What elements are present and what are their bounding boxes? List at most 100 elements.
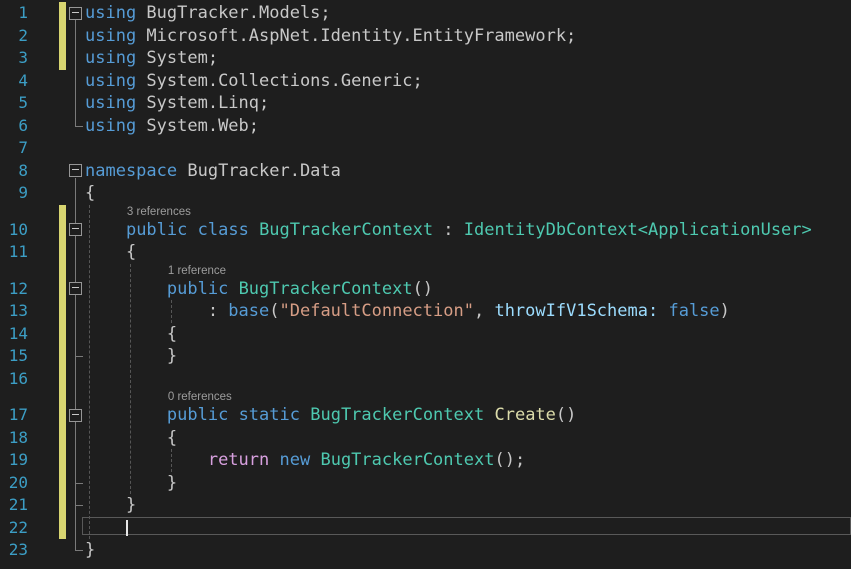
code-line: 11 { [0,241,851,264]
code-editor[interactable]: 1 using BugTracker.Models; 2 using Microsof… [0,0,851,569]
code-rows: 1 using BugTracker.Models; 2 using Microsof… [0,2,851,562]
token-plain: System.Collections.Generic; [136,70,423,91]
code-line: 3 using System; [0,47,851,70]
line-number[interactable]: 20 [0,472,28,495]
minus-icon [72,287,79,289]
collapse-toggle[interactable] [69,408,82,422]
code-line: 17 public static BugTrackerContext Creat… [0,404,851,427]
line-number[interactable]: 5 [0,92,28,115]
code-text[interactable]: using BugTracker.Models; [85,2,331,25]
collapse-toggle[interactable] [69,6,82,20]
line-number[interactable]: 7 [0,137,28,160]
token-plain: System.Web; [136,115,260,136]
line-number[interactable]: 13 [0,300,28,323]
token-keyword: base [228,301,270,321]
line-number[interactable]: 11 [0,241,28,264]
token-keyword: using [85,3,137,23]
outline-guide [75,295,76,357]
code-text[interactable]: public BugTrackerContext() [85,278,433,301]
change-tracking-bar [59,204,66,539]
outline-guide-tick [75,550,83,552]
token-keyword: namespace [85,160,178,181]
codelens-references[interactable]: 1 reference [168,265,226,278]
token-keyword: using [85,25,137,46]
code-text[interactable]: { [85,241,136,264]
code-line: 16 [0,368,851,391]
code-text[interactable]: namespace BugTracker.Data [85,160,341,183]
token-plain: } [85,540,96,560]
indent-guide [129,263,131,494]
token-plain: BugTracker.Data [177,160,341,181]
code-text[interactable]: { [85,323,177,346]
code-text[interactable]: using System; [85,47,218,70]
code-text[interactable]: } [85,472,177,495]
codelens-references[interactable]: 0 references [168,391,232,404]
token-plain: : [433,219,464,240]
code-text[interactable]: using Microsoft.AspNet.Identity.EntityFr… [85,25,576,48]
line-number[interactable]: 16 [0,368,28,391]
minus-icon [72,169,79,171]
token-plain: } [85,346,178,366]
current-line-highlight [82,517,851,535]
line-number[interactable]: 19 [0,449,28,472]
token-keyword: using [85,70,137,91]
token-type: BugTrackerContext [238,278,413,299]
indent-guide [170,300,172,323]
code-line: 12 public BugTrackerContext() [0,278,851,301]
line-number[interactable]: 17 [0,404,28,427]
line-number[interactable]: 3 [0,47,28,70]
line-number[interactable]: 21 [0,494,28,517]
collapse-toggle[interactable] [69,282,82,296]
token-control: return [207,450,270,470]
minus-icon [72,11,79,13]
code-text[interactable]: : base("DefaultConnection", throwIfV1Sch… [85,300,730,323]
token-plain: System.Linq; [136,93,270,113]
code-line: 21 } [0,494,851,517]
token-plain: (); [494,450,526,470]
token-plain: System; [136,48,219,68]
line-number[interactable]: 4 [0,70,28,93]
line-number[interactable]: 15 [0,345,28,368]
code-text[interactable]: { [85,427,177,450]
code-text[interactable]: { [85,182,95,205]
token-type: BugTrackerContext [320,450,495,470]
code-text[interactable]: } [85,539,95,562]
codelens-references[interactable]: 3 references [127,206,191,219]
line-number[interactable]: 8 [0,160,28,183]
outline-guide-tick [75,125,83,127]
line-number[interactable]: 12 [0,278,28,301]
codelens-row: 1 reference [0,264,851,278]
token-keyword: public [166,405,229,425]
line-number[interactable]: 14 [0,323,28,346]
code-text[interactable]: public class BugTrackerContext : Identit… [85,219,812,242]
line-number[interactable]: 9 [0,182,28,205]
line-number[interactable]: 10 [0,219,28,242]
line-number[interactable]: 1 [0,2,28,25]
line-number[interactable]: 6 [0,115,28,138]
code-line: 15 } [0,345,851,368]
outline-guide [75,422,76,483]
codelens-row: 0 references [0,390,851,404]
code-text[interactable]: } [85,494,136,517]
token-plain: ) [719,301,730,321]
line-number[interactable]: 23 [0,539,28,562]
line-number[interactable]: 22 [0,517,28,540]
line-number[interactable]: 2 [0,25,28,48]
collapse-toggle[interactable] [69,164,82,178]
code-text[interactable]: public static BugTrackerContext Create() [85,404,577,427]
collapse-toggle[interactable] [69,223,82,237]
token-keyword: public [125,219,188,240]
token-parameter: throwIfV1Schema: [494,301,659,321]
code-text[interactable]: using System.Collections.Generic; [85,70,423,93]
code-line: 5 using System.Linq; [0,92,851,115]
code-text[interactable]: using System.Linq; [85,92,269,115]
line-number[interactable]: 18 [0,427,28,450]
code-text[interactable]: } [85,345,177,368]
code-text[interactable]: using System.Web; [85,115,259,138]
code-line: 8 namespace BugTracker.Data [0,160,851,183]
code-text[interactable]: return new BugTrackerContext(); [85,449,525,472]
token-keyword: static [238,405,300,425]
